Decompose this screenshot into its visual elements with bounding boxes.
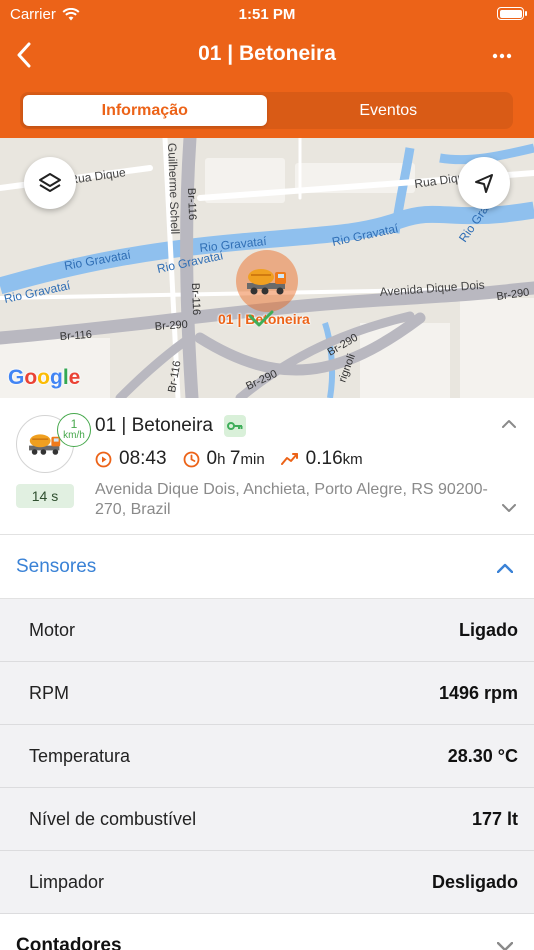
google-logo: Google [8, 366, 81, 389]
sensor-name: Nível de combustível [29, 809, 197, 829]
vehicle-name: 01 | Betoneira [95, 415, 213, 436]
battery-level [499, 9, 522, 18]
stat-time-value: 08:43 [119, 448, 167, 469]
header: Carrier 1:51 PM 01 | Betoneira Informaçã… [0, 0, 534, 138]
sensor-name: Motor [29, 620, 76, 640]
status-time: 1:51 PM [238, 6, 296, 23]
trend-line-icon [280, 453, 298, 465]
counters-expand-toggle[interactable] [496, 938, 514, 950]
last-update-badge: 14 s [16, 484, 74, 508]
sensor-value: Desligado [431, 872, 518, 892]
chevron-left-icon [17, 42, 31, 68]
app-screen: Carrier 1:51 PM 01 | Betoneira Informaçã… [0, 0, 534, 950]
speed-badge: 1 km/h [57, 413, 91, 447]
sensor-row-combustivel: Nível de combustível 177 lt [0, 788, 534, 851]
trip-stats: 08:43 0h 7 min 0.16 km [95, 447, 379, 471]
sensor-list: Motor Ligado RPM 1496 rpm Temperatura 28… [0, 599, 534, 914]
vehicle-marker[interactable] [236, 250, 298, 312]
counters-section-header[interactable]: Contadores [0, 914, 534, 950]
duration-minutes: 7 [229, 448, 241, 469]
ignition-status [224, 415, 246, 437]
speed-unit: km/h [63, 430, 85, 441]
tab-informacao[interactable]: Informação [23, 95, 267, 126]
sensor-row-temperatura: Temperatura 28.30 °C [0, 725, 534, 788]
stat-time: 08:43 [95, 448, 167, 470]
sensor-row-rpm: RPM 1496 rpm [0, 662, 534, 725]
navigation-arrow-icon [475, 174, 493, 193]
check-icon [248, 310, 274, 327]
tab-eventos[interactable]: Eventos [267, 95, 511, 126]
stat-distance: 0.16 km [280, 448, 363, 470]
distance-value: 0.16 [305, 448, 343, 469]
sensor-value: 177 lt [471, 809, 518, 829]
stat-duration: 0h 7 min [183, 448, 265, 470]
page-title: 01 | Betoneira [198, 42, 336, 65]
sensor-row-limpador: Limpador Desligado [0, 851, 534, 914]
card-collapse-button[interactable] [500, 414, 518, 432]
chevron-up-icon [497, 563, 513, 573]
status-bar: Carrier 1:51 PM [0, 0, 534, 28]
clock-icon [183, 451, 199, 467]
play-circle-icon [95, 451, 112, 467]
sensor-name: Limpador [29, 872, 105, 892]
svg-text:Br-290: Br-290 [154, 319, 188, 333]
svg-text:Br-116: Br-116 [59, 329, 92, 343]
sensor-name: RPM [29, 683, 69, 703]
sensors-title: Sensores [16, 556, 97, 577]
speed-value: 1 [70, 417, 78, 431]
duration-minutes-unit: min [240, 450, 265, 468]
map-view[interactable]: Rua Dique Rua Dique Avenida Dique Dois G… [0, 138, 534, 398]
duration-hours: 0 [206, 448, 218, 469]
chevron-down-icon [502, 503, 516, 512]
layers-icon [39, 173, 61, 192]
chevron-up-icon [502, 419, 516, 428]
chevron-down-icon [497, 942, 513, 950]
duration-hours-unit: h [217, 450, 226, 468]
svg-text:Br-116: Br-116 [189, 283, 202, 316]
battery-icon [497, 7, 527, 20]
more-options-button[interactable] [490, 44, 514, 68]
counters-title: Contadores [16, 935, 122, 950]
concrete-mixer-truck-icon [247, 269, 286, 295]
distance-unit: km [342, 450, 363, 468]
sensor-value: 1496 rpm [438, 683, 518, 703]
vehicle-address: Avenida Dique Dois, Anchieta, Porto Aleg… [95, 481, 488, 518]
map-layers-button[interactable] [24, 157, 76, 209]
sensor-value: 28.30 °C [447, 746, 518, 766]
svg-text:Br-116: Br-116 [185, 188, 198, 221]
sensor-name: Temperatura [29, 746, 131, 766]
sensor-value: Ligado [459, 620, 518, 640]
back-button[interactable] [10, 40, 38, 70]
segmented-control: Informação Eventos [20, 92, 513, 129]
key-icon [227, 422, 243, 430]
sensors-section-header[interactable]: Sensores [0, 535, 534, 599]
nav-bar: 01 | Betoneira [0, 30, 534, 80]
vehicle-card: 1 km/h 14 s 01 | Betoneira 08:43 0 h 7 m… [0, 398, 534, 535]
map-locate-button[interactable] [458, 157, 510, 209]
card-expand-button[interactable] [500, 499, 518, 517]
sensor-row-motor: Motor Ligado [0, 599, 534, 662]
sensors-collapse-toggle[interactable] [496, 559, 514, 577]
ellipsis-icon [492, 53, 512, 59]
